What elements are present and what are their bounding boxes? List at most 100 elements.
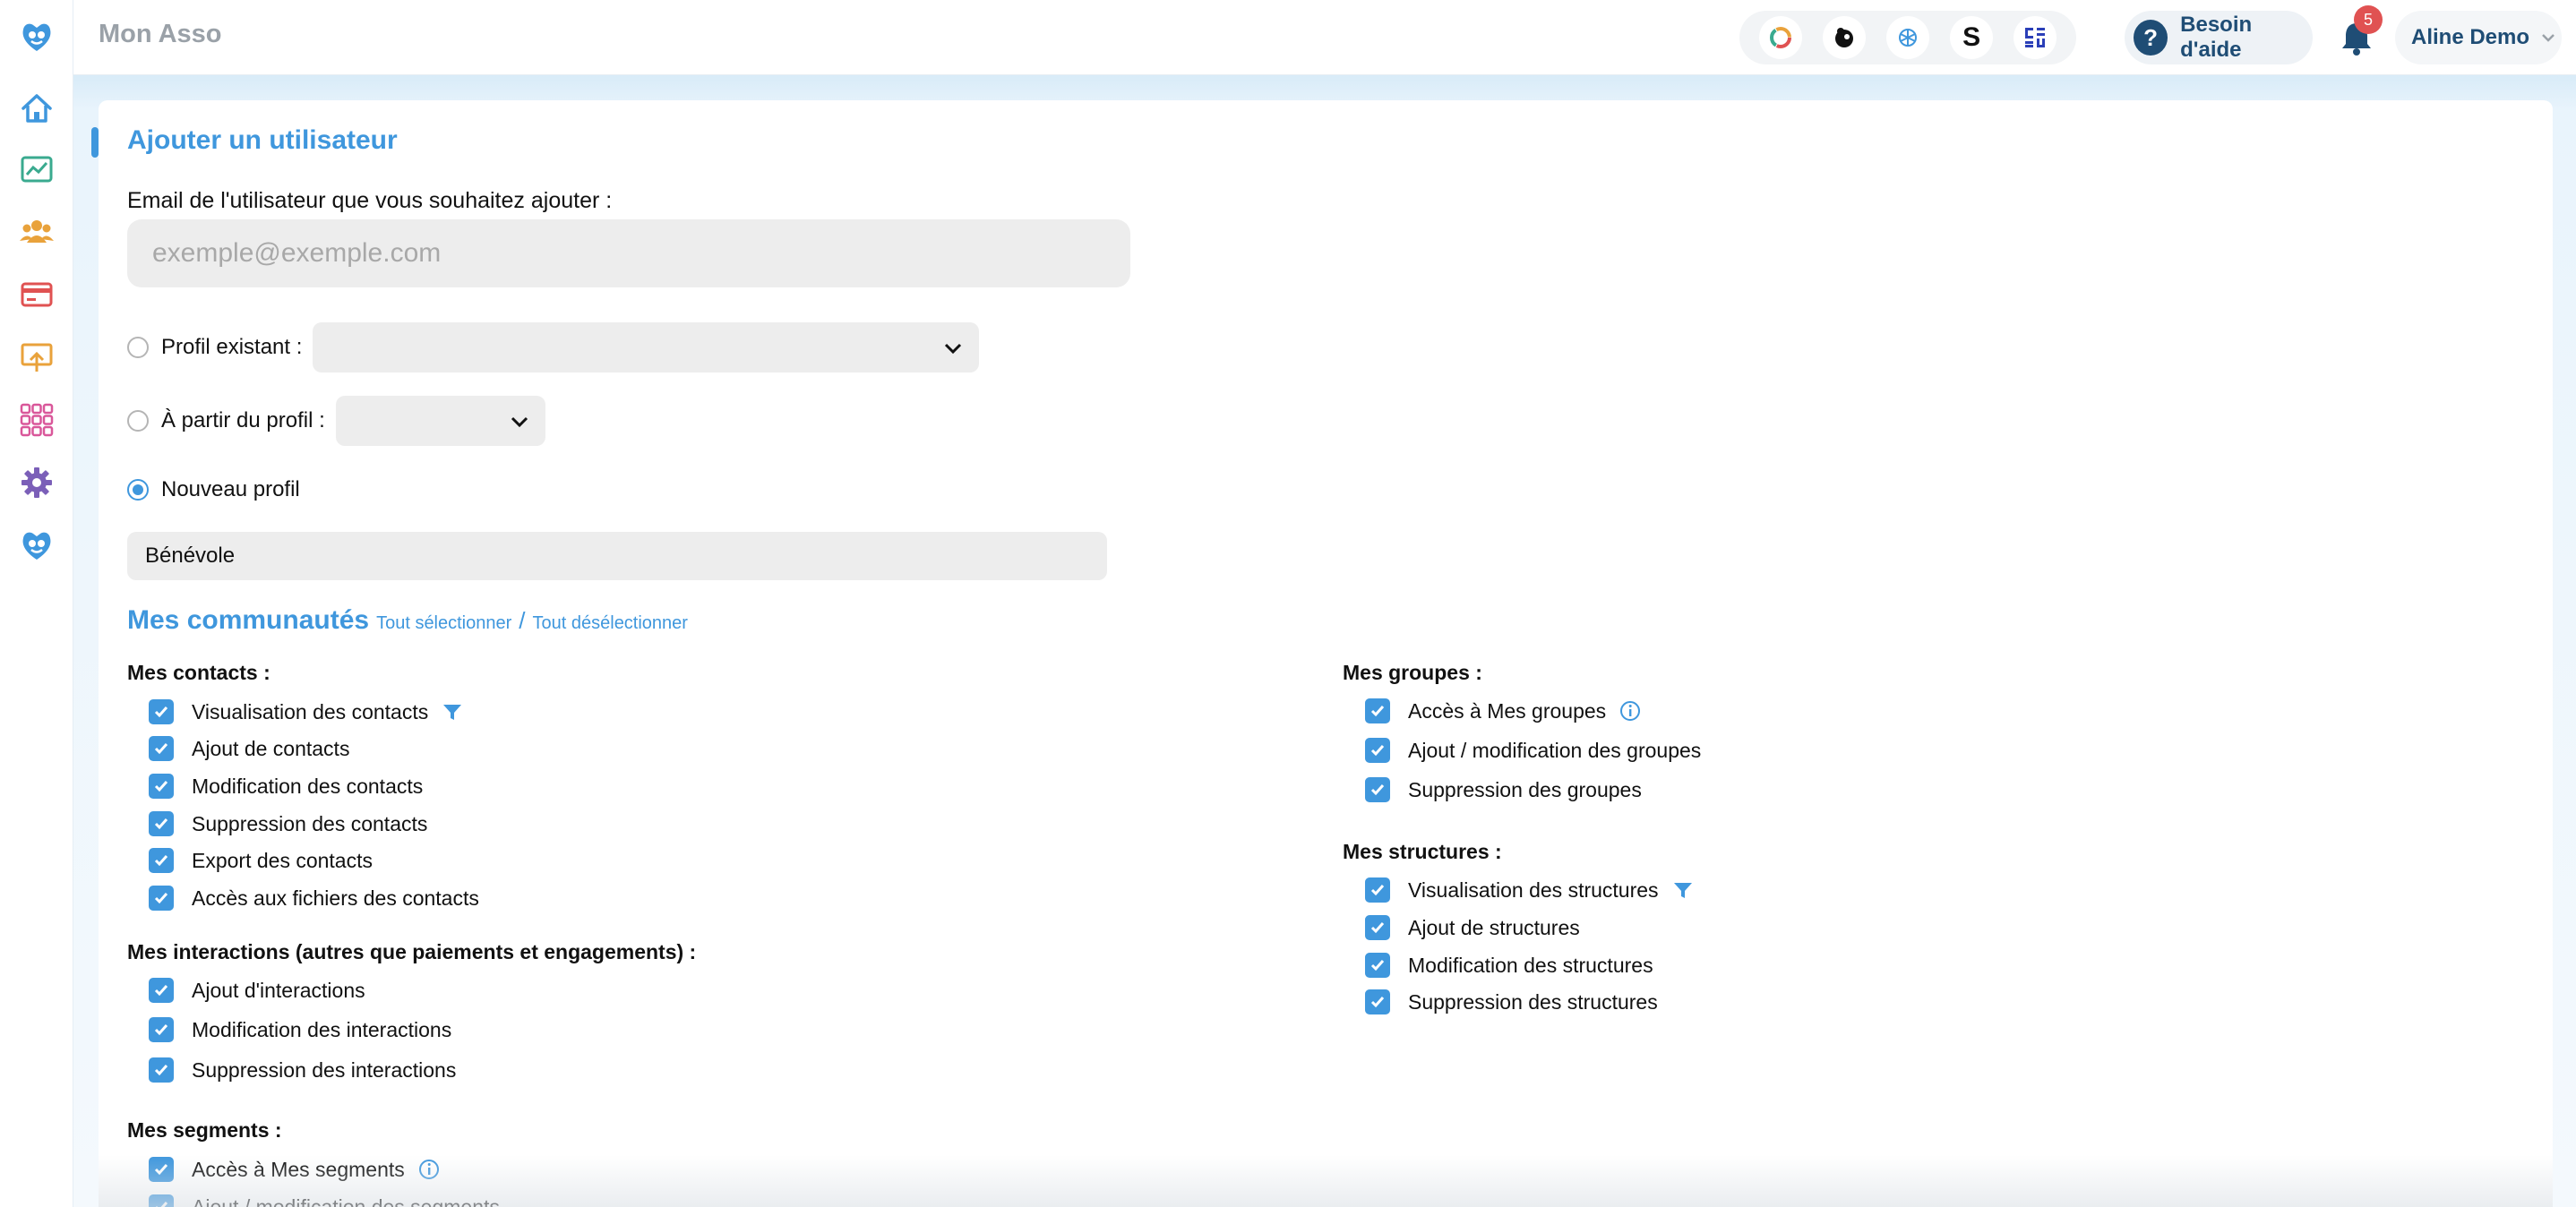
integration-ring-icon[interactable]: [1758, 16, 1802, 59]
perm-label: Ajout d'interactions: [192, 978, 365, 1002]
check-icon: [1370, 997, 1385, 1008]
deselect-all-link[interactable]: Tout désélectionner: [533, 613, 688, 634]
perm-interactions-add: Ajout d'interactions: [149, 977, 365, 1004]
info-icon[interactable]: [417, 1158, 441, 1181]
checkbox-checked[interactable]: [149, 978, 174, 1003]
profile-name-input[interactable]: [127, 532, 1107, 580]
radio-from-profile[interactable]: [127, 410, 149, 432]
chevron-down-icon: [511, 416, 528, 428]
checkbox-checked[interactable]: [1365, 915, 1390, 940]
contacts-group-heading: Mes contacts :: [127, 661, 270, 684]
check-icon: [154, 743, 168, 755]
structures-group-heading: Mes structures :: [1343, 840, 1502, 863]
filter-icon[interactable]: [441, 700, 464, 723]
perm-label: Visualisation des contacts: [192, 699, 429, 723]
brand-logo-icon[interactable]: [18, 18, 56, 56]
checkbox-checked[interactable]: [149, 736, 174, 761]
check-icon: [1370, 706, 1385, 717]
perm-interactions-delete: Suppression des interactions: [149, 1057, 456, 1083]
help-button[interactable]: ? Besoin d'aide: [2125, 11, 2313, 64]
filter-icon[interactable]: [1671, 878, 1695, 902]
checkbox-checked[interactable]: [149, 699, 174, 724]
integration-openai-icon[interactable]: [1885, 16, 1929, 59]
perm-segments-edit: Ajout / modification des segments: [149, 1194, 500, 1207]
check-icon: [154, 818, 168, 830]
info-icon[interactable]: [1619, 699, 1642, 723]
perm-label: Accès à Mes segments: [192, 1157, 405, 1181]
radio-from-profile-label: À partir du profil :: [161, 408, 325, 432]
apps-icon[interactable]: [18, 401, 56, 439]
checkbox-checked[interactable]: [1365, 953, 1390, 978]
contacts-icon[interactable]: [18, 213, 56, 251]
perm-label: Accès aux fichiers des contacts: [192, 886, 479, 910]
from-profile-select[interactable]: [335, 396, 545, 446]
settings-icon[interactable]: [18, 464, 56, 501]
radio-new-profile-row: Nouveau profil: [127, 477, 300, 502]
user-menu[interactable]: Aline Demo: [2395, 11, 2562, 64]
perm-interactions-edit: Modification des interactions: [149, 1016, 451, 1043]
link-separator: /: [519, 607, 526, 634]
app-title: Mon Asso: [99, 20, 222, 48]
check-icon: [1370, 922, 1385, 934]
check-icon: [1370, 885, 1385, 896]
checkbox-checked[interactable]: [149, 774, 174, 799]
chevron-down-icon: [2542, 34, 2555, 42]
home-icon[interactable]: [18, 90, 56, 127]
perm-label: Accès à Mes groupes: [1408, 698, 1607, 723]
checkbox-checked[interactable]: [149, 811, 174, 836]
checkbox-checked[interactable]: [1365, 738, 1390, 763]
communities-title: Mes communautés: [127, 605, 370, 635]
check-icon: [1370, 784, 1385, 796]
checkbox-checked[interactable]: [149, 1157, 174, 1182]
checkbox-checked[interactable]: [1365, 877, 1390, 903]
check-icon: [1370, 960, 1385, 972]
help-question-icon: ?: [2134, 20, 2168, 56]
perm-label: Modification des structures: [1408, 953, 1653, 977]
dashboard-icon[interactable]: [18, 150, 56, 188]
integration-s-icon[interactable]: S: [1950, 16, 1994, 59]
communities-section-title: Mes communautés Tout sélectionner / Tout…: [127, 605, 688, 636]
checkbox-checked[interactable]: [1365, 698, 1390, 723]
checkbox-checked[interactable]: [1365, 777, 1390, 802]
radio-existing-profile-row: Profil existant :: [127, 322, 980, 372]
check-icon: [154, 893, 168, 904]
existing-profile-select[interactable]: [313, 322, 980, 372]
perm-groups-access: Accès à Mes groupes: [1365, 698, 1642, 724]
perm-label: Modification des contacts: [192, 774, 424, 798]
checkbox-checked[interactable]: [149, 1057, 174, 1083]
check-icon: [154, 985, 168, 997]
checkbox-checked[interactable]: [149, 886, 174, 911]
check-icon: [154, 1164, 168, 1176]
radio-existing-profile-label: Profil existant :: [161, 335, 303, 359]
check-icon: [154, 781, 168, 792]
section-marker: [91, 127, 99, 158]
select-all-link[interactable]: Tout sélectionner: [376, 613, 511, 634]
integration-qr-icon[interactable]: [2014, 16, 2057, 59]
perm-contacts-view: Visualisation des contacts: [149, 698, 464, 725]
email-label: Email de l'utilisateur que vous souhaite…: [127, 188, 613, 213]
checkbox-checked[interactable]: [149, 1194, 174, 1207]
perm-structures-edit: Modification des structures: [1365, 952, 1653, 979]
perm-label: Modification des interactions: [192, 1017, 452, 1041]
perm-contacts-files: Accès aux fichiers des contacts: [149, 885, 479, 912]
perm-groups-delete: Suppression des groupes: [1365, 776, 1642, 803]
campaigns-icon[interactable]: [18, 338, 56, 376]
perm-label: Ajout de contacts: [192, 736, 350, 760]
notification-count-badge: 5: [2354, 5, 2383, 34]
perm-label: Export des contacts: [192, 848, 373, 872]
checkbox-checked[interactable]: [1365, 989, 1390, 1014]
radio-new-profile-label: Nouveau profil: [161, 477, 300, 501]
check-icon: [156, 1202, 168, 1207]
brand-icon[interactable]: [18, 526, 56, 564]
radio-new-profile[interactable]: [127, 479, 149, 501]
email-input[interactable]: [127, 219, 1130, 287]
payments-icon[interactable]: [18, 276, 56, 313]
checkbox-checked[interactable]: [149, 848, 174, 873]
check-icon: [154, 1065, 168, 1076]
checkbox-checked[interactable]: [149, 1017, 174, 1042]
chevron-down-icon: [945, 343, 962, 355]
perm-groups-edit: Ajout / modification des groupes: [1365, 737, 1701, 764]
radio-existing-profile[interactable]: [127, 337, 149, 358]
perm-label: Suppression des contacts: [192, 811, 428, 835]
integration-mailchimp-icon[interactable]: [1822, 16, 1866, 59]
